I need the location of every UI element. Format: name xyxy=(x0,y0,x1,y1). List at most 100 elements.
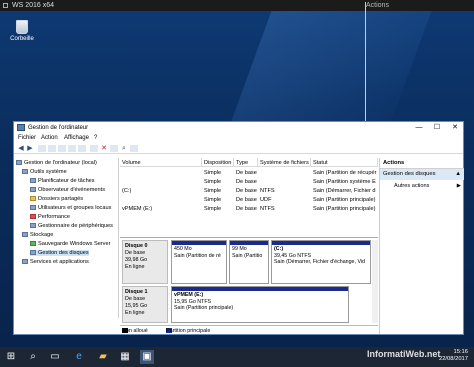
volume-cell[interactable] xyxy=(120,196,202,204)
volume-cell[interactable]: (C:) xyxy=(120,187,202,195)
filesystem-cell: UDF xyxy=(260,197,272,203)
disk-management-icon xyxy=(30,250,36,256)
disk-0-partition-2[interactable]: 99 Mo Sain (Partitio xyxy=(229,240,269,284)
column-header-filesystem[interactable]: Système de fichiers xyxy=(258,158,311,167)
volume-cell[interactable]: vPMEM (E:) xyxy=(120,205,202,213)
edge-icon[interactable]: e xyxy=(72,350,86,364)
column-header-status[interactable]: Statut xyxy=(311,158,378,167)
console-tree-icon[interactable] xyxy=(38,145,46,152)
disposition-cell: Simple xyxy=(204,188,222,194)
filesystem-cell: NTFS xyxy=(260,188,275,194)
desktop: WS 2016 x64 Actions Corbeille Gestion de… xyxy=(0,0,474,347)
delete-icon[interactable]: ✕ xyxy=(100,145,108,152)
status-cell: Sain (Partition système E xyxy=(313,179,376,185)
close-button[interactable]: ✕ xyxy=(446,123,464,133)
back-arrow-icon[interactable]: ◀ xyxy=(17,145,25,152)
recycle-bin-icon xyxy=(16,20,28,34)
menu-action[interactable]: Action xyxy=(41,135,58,141)
disk-0-state: En ligne xyxy=(125,264,145,270)
help-icon[interactable] xyxy=(58,145,66,152)
view-icon[interactable] xyxy=(68,145,76,152)
disk-1-name: Disque 1 xyxy=(125,289,148,295)
tree-item-sauvegarde[interactable]: Sauvegarde Windows Server xyxy=(30,241,110,247)
collapse-arrow-icon[interactable]: ▲ xyxy=(455,171,461,177)
tree-item-planificateur[interactable]: Planificateur de tâches xyxy=(30,178,95,184)
disk-0-type: De base xyxy=(125,250,146,256)
disk-0-label[interactable]: Disque 0 De base 39,98 Go En ligne xyxy=(122,240,168,284)
clock-time: 15:16 xyxy=(453,349,468,355)
disk-1-label[interactable]: Disque 1 De base 15,95 Go En ligne xyxy=(122,286,168,323)
disk-icon[interactable] xyxy=(90,145,98,152)
tree-item-dossiers-partages[interactable]: Dossiers partagés xyxy=(30,196,83,202)
status-cell: Sain (Partition de récupér xyxy=(313,170,377,176)
disposition-cell: Simple xyxy=(204,179,222,185)
type-cell: De base xyxy=(236,179,257,185)
console-tree: Gestion de l'ordinateur (local) Outils s… xyxy=(14,158,119,318)
file-explorer-icon[interactable]: ▰ xyxy=(96,350,110,364)
computer-management-icon xyxy=(17,124,25,131)
menu-affichage[interactable]: Affichage xyxy=(64,135,89,141)
legend-unallocated: Non alloué xyxy=(122,328,148,334)
actions-item-autres-actions[interactable]: Autres actions ▶ xyxy=(380,180,464,192)
disk-0-partition-c[interactable]: (C:) 39,45 Go NTFS Sain (Démarrer, Fichi… xyxy=(271,240,371,284)
start-windows-icon[interactable]: ⊞ xyxy=(4,350,18,364)
filesystem-cell xyxy=(258,178,311,186)
actions-section-gestion-disques[interactable]: Gestion des disques ▲ xyxy=(380,169,464,180)
disk-1-partition-e[interactable]: vPMEM (E:) 15,95 Go NTFS Sain (Partition… xyxy=(171,286,349,323)
submenu-arrow-icon: ▶ xyxy=(456,183,461,189)
status-cell: Sain (Partition principale) xyxy=(313,206,376,212)
search-icon[interactable]: ⌕ xyxy=(26,350,40,364)
filesystem-cell xyxy=(258,169,311,177)
tree-item-stockage[interactable]: Stockage xyxy=(22,232,53,238)
volume-list: Volume Disposition Type Système de fichi… xyxy=(120,158,378,238)
volume-cell[interactable] xyxy=(120,169,202,177)
storage-icon xyxy=(22,232,28,238)
properties-icon[interactable] xyxy=(48,145,56,152)
task-view-icon[interactable]: ▭ xyxy=(48,350,62,364)
pin-icon[interactable] xyxy=(3,3,8,8)
disk-map-scrollbar[interactable] xyxy=(372,240,378,323)
tree-item-outils-systeme[interactable]: Outils système xyxy=(22,169,67,175)
window-titlebar[interactable]: Gestion de l'ordinateur — ☐ ✕ xyxy=(14,122,463,134)
column-header-disposition[interactable]: Disposition xyxy=(202,158,234,167)
list-icon[interactable] xyxy=(78,145,86,152)
type-cell: De base xyxy=(236,206,257,212)
actions-header: Actions xyxy=(380,158,464,169)
column-header-type[interactable]: Type xyxy=(234,158,258,167)
device-manager-icon xyxy=(30,223,36,229)
recycle-bin-shortcut[interactable]: Corbeille xyxy=(10,20,34,42)
tree-item-performance[interactable]: Performance xyxy=(30,214,70,220)
column-header-volume[interactable]: Volume xyxy=(120,158,202,167)
tree-item-gestion-disques[interactable]: Gestion des disques xyxy=(30,250,89,256)
type-cell: De base xyxy=(236,197,257,203)
tree-item-peripheriques[interactable]: Gestionnaire de périphériques xyxy=(30,223,113,229)
minimize-button[interactable]: — xyxy=(410,123,428,133)
search-icon[interactable]: ⌕ xyxy=(120,145,128,152)
tree-item-services[interactable]: Services et applications xyxy=(22,259,89,265)
disk-0-partition-1[interactable]: 450 Mo Sain (Partition de ré xyxy=(171,240,227,284)
forward-arrow-icon[interactable]: ▶ xyxy=(26,145,34,152)
recycle-bin-label: Corbeille xyxy=(10,36,34,42)
volume-cell[interactable] xyxy=(120,178,202,186)
tree-root[interactable]: Gestion de l'ordinateur (local) xyxy=(16,160,97,166)
menu-help[interactable]: ? xyxy=(94,135,97,141)
disposition-cell: Simple xyxy=(204,206,222,212)
users-icon xyxy=(30,205,36,211)
computer-management-taskbar-icon[interactable]: ▣ xyxy=(140,350,154,364)
legend: Non alloué Partition principale xyxy=(120,325,378,334)
actions-pane: Actions Gestion des disques ▲ Autres acti… xyxy=(379,158,464,334)
maximize-button[interactable]: ☐ xyxy=(428,123,446,133)
type-cell: De base xyxy=(236,170,257,176)
computer-management-window: Gestion de l'ordinateur — ☐ ✕ Fichier Ac… xyxy=(13,121,464,335)
disposition-cell: Simple xyxy=(204,170,222,176)
legend-primary: Partition principale xyxy=(166,328,211,334)
properties-sheet-icon[interactable] xyxy=(130,145,138,152)
disk-0-size: 39,98 Go xyxy=(125,257,148,263)
clock[interactable]: 15:16 22/08/2017 xyxy=(439,349,468,363)
menu-fichier[interactable]: Fichier xyxy=(18,135,36,141)
tree-item-observateur[interactable]: Observateur d'événements xyxy=(30,187,105,193)
tree-item-utilisateurs[interactable]: Utilisateurs et groupes locaux xyxy=(30,205,111,211)
check-icon[interactable] xyxy=(110,145,118,152)
server-manager-icon[interactable]: ▦ xyxy=(118,350,132,364)
performance-icon xyxy=(30,214,36,220)
